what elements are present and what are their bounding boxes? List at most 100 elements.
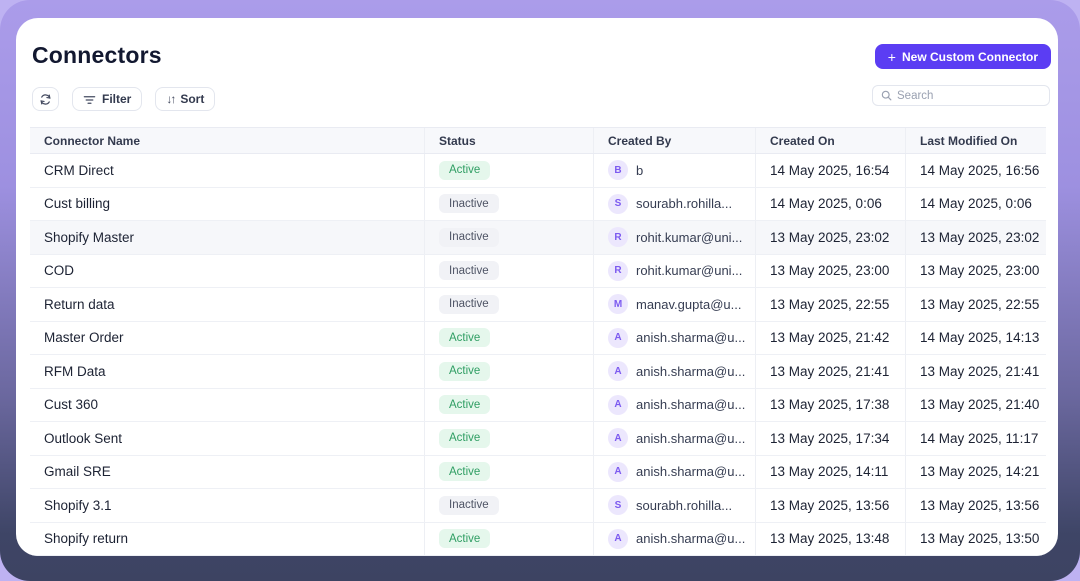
avatar: S: [608, 495, 628, 515]
page-title: Connectors: [32, 42, 162, 69]
avatar: A: [608, 462, 628, 482]
table-row[interactable]: Master OrderActiveAanish.sharma@u...13 M…: [30, 322, 1046, 356]
last-modified-on-cell: 13 May 2025, 23:00: [905, 255, 1046, 288]
created-by-cell: Aanish.sharma@u...: [593, 422, 755, 455]
table-row[interactable]: Gmail SREActiveAanish.sharma@u...13 May …: [30, 456, 1046, 490]
avatar: S: [608, 194, 628, 214]
last-modified-on-cell: 14 May 2025, 14:13: [905, 322, 1046, 355]
status-cell: Active: [424, 523, 593, 556]
table-row[interactable]: Outlook SentActiveAanish.sharma@u...13 M…: [30, 422, 1046, 456]
created-by-cell: Aanish.sharma@u...: [593, 523, 755, 556]
last-modified-on-cell: 13 May 2025, 22:55: [905, 288, 1046, 321]
created-by-cell: Aanish.sharma@u...: [593, 389, 755, 422]
created-on-cell: 14 May 2025, 0:06: [755, 188, 905, 221]
connector-name: Shopify 3.1: [30, 489, 424, 522]
avatar: R: [608, 227, 628, 247]
connectors-table: Connector NameStatusCreated ByCreated On…: [30, 127, 1046, 556]
status-badge: Inactive: [439, 194, 499, 213]
table-row[interactable]: CODInactiveRrohit.kumar@uni...13 May 202…: [30, 255, 1046, 289]
table-body: CRM DirectActiveBb14 May 2025, 16:5414 M…: [30, 154, 1046, 556]
created-on-cell: 13 May 2025, 14:11: [755, 456, 905, 489]
last-modified-on-cell: 14 May 2025, 16:56: [905, 154, 1046, 187]
created-by-name: anish.sharma@u...: [636, 397, 745, 412]
table-row[interactable]: RFM DataActiveAanish.sharma@u...13 May 2…: [30, 355, 1046, 389]
created-by-cell: Ssourabh.rohilla...: [593, 489, 755, 522]
avatar: A: [608, 428, 628, 448]
connectors-panel: Connectors + New Custom Connector: [16, 18, 1058, 556]
created-by-name: anish.sharma@u...: [636, 330, 745, 345]
toolbar: Filter ↓↑ Sort: [32, 87, 215, 111]
connector-name: CRM Direct: [30, 154, 424, 187]
created-by-cell: Aanish.sharma@u...: [593, 322, 755, 355]
column-header-created-by: Created By: [593, 128, 755, 153]
created-on-cell: 13 May 2025, 17:38: [755, 389, 905, 422]
table-row[interactable]: Cust 360ActiveAanish.sharma@u...13 May 2…: [30, 389, 1046, 423]
status-badge: Active: [439, 395, 490, 414]
last-modified-on-cell: 13 May 2025, 14:21: [905, 456, 1046, 489]
status-cell: Inactive: [424, 188, 593, 221]
created-on-cell: 13 May 2025, 23:02: [755, 221, 905, 254]
status-cell: Active: [424, 322, 593, 355]
table-row[interactable]: Shopify returnActiveAanish.sharma@u...13…: [30, 523, 1046, 557]
status-cell: Active: [424, 355, 593, 388]
connector-name: Cust billing: [30, 188, 424, 221]
connector-name: Master Order: [30, 322, 424, 355]
status-badge: Inactive: [439, 228, 499, 247]
table-row[interactable]: Shopify 3.1InactiveSsourabh.rohilla...13…: [30, 489, 1046, 523]
search-input[interactable]: [897, 90, 1041, 102]
new-custom-connector-button[interactable]: + New Custom Connector: [875, 44, 1051, 69]
column-header-status: Status: [424, 128, 593, 153]
filter-icon: [83, 93, 96, 106]
refresh-button[interactable]: [32, 87, 59, 111]
status-badge: Active: [439, 161, 490, 180]
connector-name: Shopify return: [30, 523, 424, 556]
connector-name: Outlook Sent: [30, 422, 424, 455]
created-by-name: rohit.kumar@uni...: [636, 263, 742, 278]
status-cell: Inactive: [424, 288, 593, 321]
refresh-icon: [39, 93, 52, 106]
created-on-cell: 13 May 2025, 21:41: [755, 355, 905, 388]
status-badge: Active: [439, 429, 490, 448]
table-row[interactable]: CRM DirectActiveBb14 May 2025, 16:5414 M…: [30, 154, 1046, 188]
plus-icon: +: [888, 50, 896, 64]
created-by-name: anish.sharma@u...: [636, 464, 745, 479]
sort-label: Sort: [180, 92, 204, 106]
filter-button[interactable]: Filter: [72, 87, 142, 111]
created-by-name: anish.sharma@u...: [636, 531, 745, 546]
created-by-cell: Mmanav.gupta@u...: [593, 288, 755, 321]
avatar: A: [608, 395, 628, 415]
avatar: B: [608, 160, 628, 180]
created-by-cell: Aanish.sharma@u...: [593, 355, 755, 388]
created-on-cell: 13 May 2025, 13:56: [755, 489, 905, 522]
created-on-cell: 13 May 2025, 21:42: [755, 322, 905, 355]
table-row[interactable]: Cust billingInactiveSsourabh.rohilla...1…: [30, 188, 1046, 222]
status-badge: Active: [439, 328, 490, 347]
last-modified-on-cell: 14 May 2025, 11:17: [905, 422, 1046, 455]
created-on-cell: 13 May 2025, 13:48: [755, 523, 905, 556]
status-badge: Inactive: [439, 496, 499, 515]
last-modified-on-cell: 13 May 2025, 13:50: [905, 523, 1046, 556]
last-modified-on-cell: 14 May 2025, 0:06: [905, 188, 1046, 221]
status-cell: Inactive: [424, 255, 593, 288]
filter-label: Filter: [102, 92, 131, 106]
search-box[interactable]: [872, 85, 1050, 106]
column-header-created-on: Created On: [755, 128, 905, 153]
status-badge: Inactive: [439, 295, 499, 314]
created-by-cell: Rrohit.kumar@uni...: [593, 255, 755, 288]
table-header-row: Connector NameStatusCreated ByCreated On…: [30, 127, 1046, 154]
sort-button[interactable]: ↓↑ Sort: [155, 87, 215, 111]
last-modified-on-cell: 13 May 2025, 21:41: [905, 355, 1046, 388]
avatar: A: [608, 328, 628, 348]
status-badge: Inactive: [439, 261, 499, 280]
created-by-name: b: [636, 163, 643, 178]
avatar: M: [608, 294, 628, 314]
created-by-cell: Rrohit.kumar@uni...: [593, 221, 755, 254]
last-modified-on-cell: 13 May 2025, 21:40: [905, 389, 1046, 422]
status-cell: Active: [424, 154, 593, 187]
table-row[interactable]: Return dataInactiveMmanav.gupta@u...13 M…: [30, 288, 1046, 322]
created-on-cell: 13 May 2025, 23:00: [755, 255, 905, 288]
status-cell: Active: [424, 456, 593, 489]
table-row[interactable]: Shopify MasterInactiveRrohit.kumar@uni..…: [30, 221, 1046, 255]
created-by-name: sourabh.rohilla...: [636, 498, 732, 513]
created-by-cell: Aanish.sharma@u...: [593, 456, 755, 489]
